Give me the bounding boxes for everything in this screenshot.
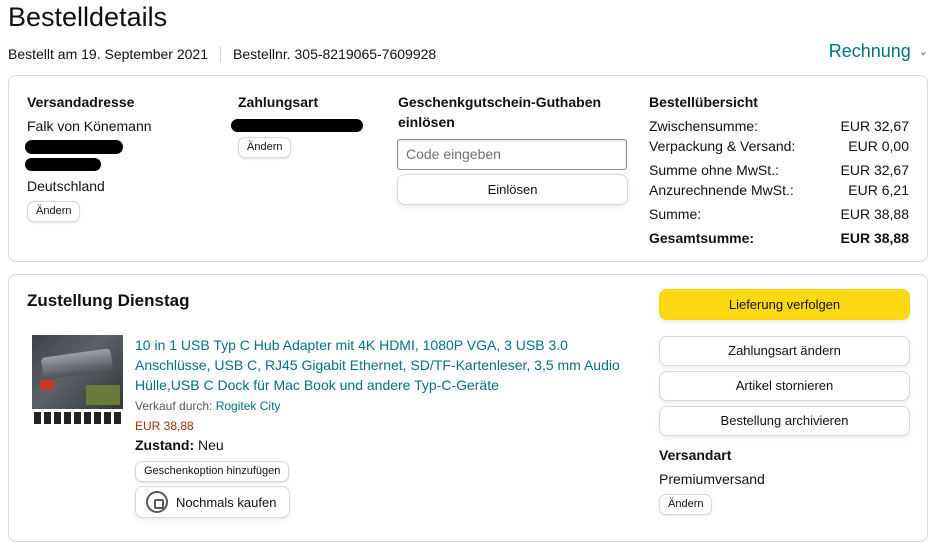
invoice-dropdown[interactable]: Rechnung ⌄ [829, 41, 928, 62]
change-payment-button[interactable]: Ändern [238, 137, 292, 158]
product-hub-shape [40, 348, 114, 380]
product-price: EUR 38,88 [135, 419, 194, 433]
archive-order-button[interactable]: Bestellung archivieren [659, 406, 910, 436]
summary-title: Bestellübersicht [649, 94, 758, 110]
summary-row: Anzurechnende MwSt.: EUR 6,21 [649, 182, 909, 198]
redeem-button[interactable]: Einlösen [397, 174, 628, 205]
delivery-title: Zustellung Dienstag [27, 291, 190, 310]
shipping-country: Deutschland [27, 178, 105, 194]
product-ports-strip [32, 409, 123, 427]
summary-row: Verpackung & Versand: EUR 0,00 [649, 138, 909, 154]
order-date: Bestellt am 19. September 2021 [8, 46, 209, 62]
redacted-payment [231, 119, 363, 132]
shipping-name: Falk von Könemann [27, 118, 152, 134]
order-number: Bestellnr. 305-8219065-7609928 [233, 46, 437, 62]
change-payment-method-button[interactable]: Zahlungsart ändern [659, 336, 910, 366]
order-meta: Bestellt am 19. September 2021 Bestellnr… [8, 46, 436, 62]
redacted-address-line [25, 140, 123, 154]
shipping-method-value: Premiumversand [659, 471, 765, 487]
change-address-button[interactable]: Ändern [27, 201, 81, 222]
payment-title: Zahlungsart [238, 94, 319, 110]
seller-link[interactable]: Rogitek City [216, 399, 281, 413]
summary-total-row: Gesamtsumme: EUR 38,88 [649, 230, 909, 246]
track-package-button[interactable]: Lieferung verfolgen [659, 289, 910, 320]
buy-again-label: Nochmals kaufen [176, 494, 277, 510]
page-title: Bestelldetails [8, 2, 168, 32]
delivery-card: Zustellung Dienstag 10 in 1 USB Typ C Hu… [8, 274, 928, 542]
chevron-down-icon: ⌄ [918, 46, 928, 58]
condition-label: Zustand: [135, 437, 195, 453]
seller-prefix: Verkauf durch: [135, 399, 216, 413]
cancel-items-button[interactable]: Artikel stornieren [659, 371, 910, 401]
invoice-label: Rechnung [828, 41, 911, 61]
change-shipping-method-button[interactable]: Ändern [659, 494, 713, 515]
product-image[interactable] [32, 335, 123, 427]
summary-row: Zwischensumme: EUR 32,67 [649, 118, 909, 134]
condition-value: Neu [194, 437, 224, 453]
product-card-shape [40, 380, 54, 390]
buy-again-button[interactable]: Nochmals kaufen [135, 486, 290, 518]
gift-card-title-2: einlösen [398, 114, 455, 130]
gift-card-title-1: Geschenkgutschein-Guthaben [398, 94, 602, 110]
add-gift-option-button[interactable]: Geschenkoption hinzufügen [135, 461, 290, 482]
summary-row: Summe ohne MwSt.: EUR 32,67 [649, 162, 909, 178]
order-info-card: Versandadresse Falk von Könemann Deutsch… [8, 75, 928, 262]
buy-again-icon [146, 491, 168, 513]
shipping-method-title: Versandart [659, 447, 732, 463]
redacted-address-line [25, 158, 101, 171]
product-title-link[interactable]: 10 in 1 USB Typ C Hub Adapter mit 4K HDM… [135, 335, 635, 395]
shipping-address-title: Versandadresse [27, 94, 135, 110]
product-label-shape [86, 385, 120, 405]
gift-code-input[interactable]: Code eingeben [397, 139, 627, 170]
seller-info: Verkauf durch: Rogitek City [135, 399, 280, 413]
meta-divider [220, 46, 222, 62]
summary-row: Summe: EUR 38,88 [649, 206, 909, 222]
product-condition: Zustand: Neu [135, 437, 224, 453]
